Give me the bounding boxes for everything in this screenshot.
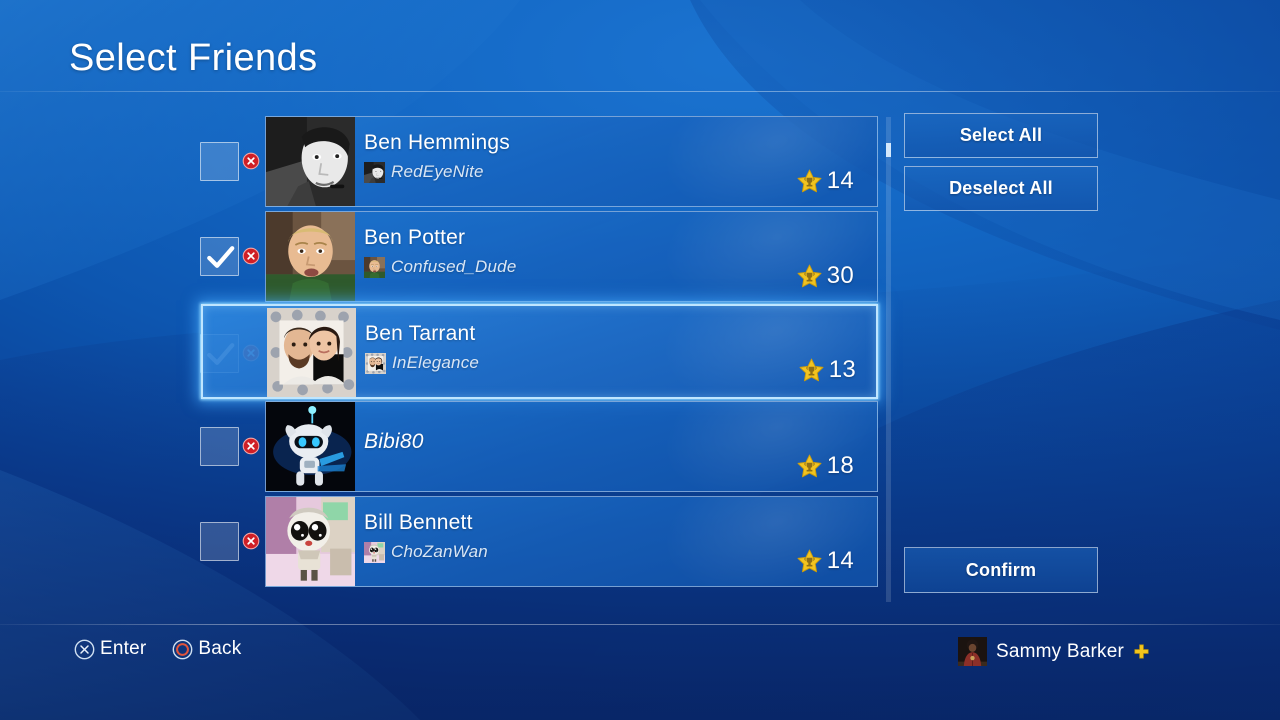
online-id: ChoZanWan: [391, 542, 488, 561]
online-id-line: Confused_Dude: [364, 256, 516, 278]
online-id: InElegance: [392, 353, 480, 372]
friend-level-value: 14: [826, 547, 854, 574]
friend-level: 18: [796, 452, 854, 480]
friend-row[interactable]: Ben Tarrant InElegance 13: [196, 304, 886, 399]
hint-back-label: Back: [198, 638, 242, 659]
trophy-star-icon: [796, 263, 823, 290]
friend-row[interactable]: Ben Potter Confused_Dude 30: [196, 209, 886, 304]
hint-enter-label: Enter: [100, 638, 147, 659]
footer-hints: Enter Back: [74, 638, 241, 660]
friend-row[interactable]: Bill Bennett ChoZanWan 14: [196, 494, 886, 589]
trophy-star-icon: [798, 357, 825, 384]
friend-real-name: Ben Potter: [364, 226, 466, 249]
friend-card[interactable]: Bill Bennett ChoZanWan 14: [265, 496, 878, 587]
header-divider: [0, 91, 1280, 92]
checkmark-icon: [201, 238, 238, 275]
friend-card[interactable]: Ben Potter Confused_Dude 30: [265, 211, 878, 302]
friend-real-name: Ben Hemmings: [364, 131, 510, 154]
online-id-line: InElegance: [365, 352, 479, 374]
online-id: Bibi80: [364, 430, 424, 453]
scrollbar-thumb[interactable]: [886, 143, 891, 157]
friend-text: Bibi80: [364, 426, 424, 453]
trophy-star-icon: [796, 168, 823, 195]
ps-plus-icon: [1133, 643, 1150, 660]
hint-back[interactable]: Back: [172, 638, 241, 660]
online-id-avatar-icon: [364, 541, 385, 563]
friend-level-value: 18: [826, 452, 854, 479]
main-content: Ben Hemmings RedEyeNite 14 Ben Potter Co…: [0, 92, 1280, 624]
action-button-panel: Select All Deselect All Confirm: [904, 113, 1098, 613]
deselect-all-button[interactable]: Deselect All: [904, 166, 1098, 211]
page-title: Select Friends: [69, 37, 318, 79]
header: Select Friends: [0, 0, 1280, 91]
friend-level: 30: [796, 262, 854, 290]
cross-button-icon: [74, 639, 95, 660]
friend-text: Ben Hemmings RedEyeNite: [364, 130, 510, 183]
friend-level: 14: [796, 547, 854, 575]
friend-avatar: [267, 308, 356, 397]
online-id-line: RedEyeNite: [364, 161, 510, 183]
friend-card[interactable]: Ben Tarrant InElegance 13: [201, 304, 878, 399]
current-user[interactable]: Sammy Barker: [957, 637, 1150, 666]
friend-row[interactable]: Ben Hemmings RedEyeNite 14: [196, 114, 886, 209]
remove-friend-x-icon[interactable]: [242, 247, 260, 265]
friend-avatar: [266, 497, 355, 586]
friend-avatar: [266, 402, 355, 491]
friend-text: Ben Potter Confused_Dude: [364, 225, 516, 278]
friend-level: 14: [796, 167, 854, 195]
friend-card[interactable]: Bibi80 18: [265, 401, 878, 492]
online-id-line: Bibi80: [364, 430, 424, 453]
select-all-button[interactable]: Select All: [904, 113, 1098, 158]
friend-real-name: Ben Tarrant: [365, 322, 476, 345]
avatar: [957, 637, 987, 666]
remove-friend-x-icon[interactable]: [242, 437, 260, 455]
list-scrollbar[interactable]: [886, 117, 891, 602]
friend-level: 13: [798, 356, 856, 384]
online-id: RedEyeNite: [391, 162, 484, 181]
user-name: Sammy Barker: [995, 640, 1124, 662]
friend-select-checkbox[interactable]: [200, 522, 239, 561]
friend-avatar: [266, 117, 355, 206]
friend-select-checkbox[interactable]: [200, 237, 239, 276]
circle-button-icon: [172, 639, 193, 660]
friend-level-value: 14: [826, 167, 854, 194]
friend-real-name: Bill Bennett: [364, 511, 473, 534]
friend-avatar: [266, 212, 355, 301]
friend-level-value: 30: [826, 262, 854, 289]
friend-select-checkbox[interactable]: [200, 427, 239, 466]
friend-level-value: 13: [828, 356, 856, 383]
friend-text: Ben Tarrant InElegance: [365, 321, 479, 374]
remove-friend-x-icon[interactable]: [242, 532, 260, 550]
remove-friend-x-icon[interactable]: [242, 152, 260, 170]
friend-card[interactable]: Ben Hemmings RedEyeNite 14: [265, 116, 878, 207]
online-id-avatar-icon: [365, 352, 386, 374]
hint-enter[interactable]: Enter: [74, 638, 146, 660]
footer-bar: Enter Back Sammy Barker: [0, 625, 1280, 720]
trophy-star-icon: [796, 548, 823, 575]
online-id: Confused_Dude: [391, 257, 517, 276]
online-id-line: ChoZanWan: [364, 541, 488, 563]
friend-text: Bill Bennett ChoZanWan: [364, 510, 488, 563]
online-id-avatar-icon: [364, 161, 385, 183]
trophy-star-icon: [796, 453, 823, 480]
friend-list[interactable]: Ben Hemmings RedEyeNite 14 Ben Potter Co…: [196, 114, 886, 589]
friend-select-checkbox[interactable]: [200, 142, 239, 181]
online-id-avatar-icon: [364, 256, 385, 278]
friend-row[interactable]: Bibi80 18: [196, 399, 886, 494]
confirm-button[interactable]: Confirm: [904, 547, 1098, 593]
